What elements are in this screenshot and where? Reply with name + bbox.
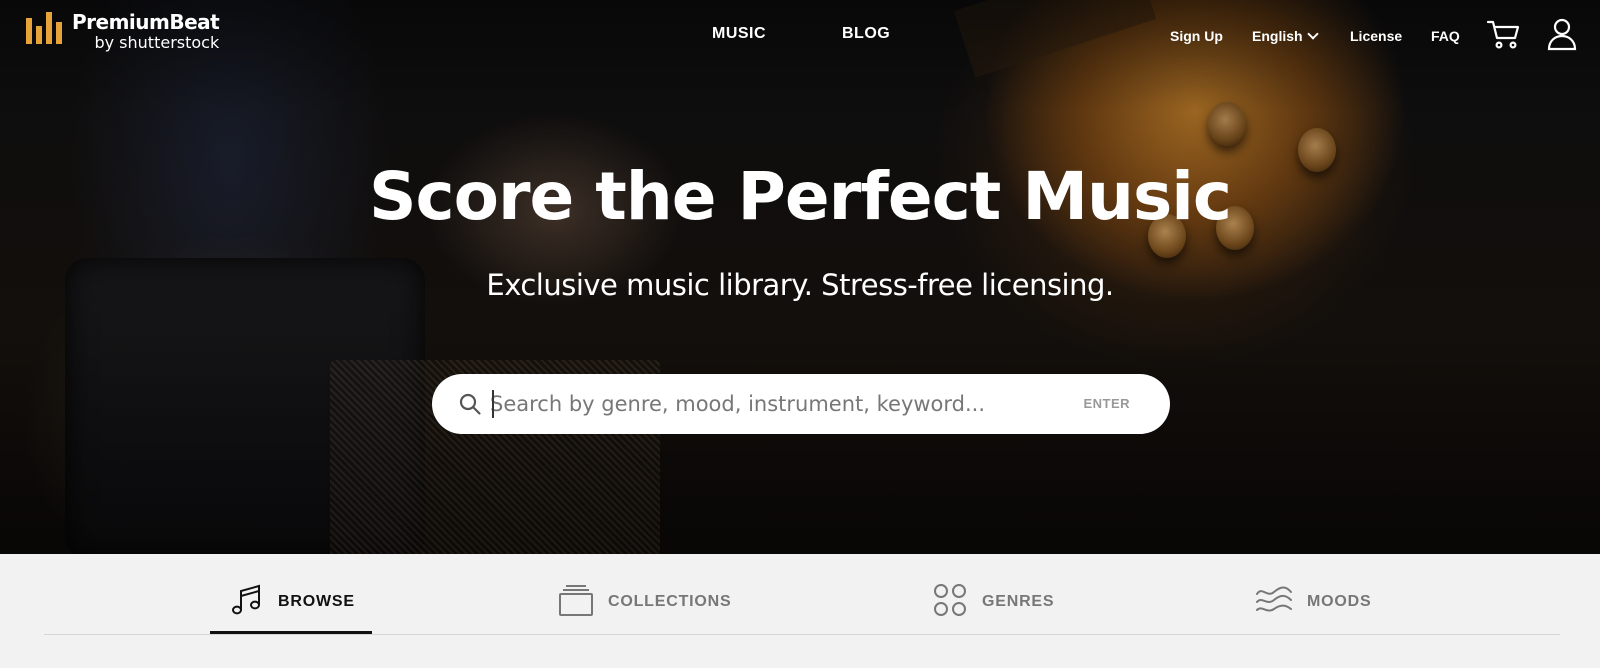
hero-subtitle: Exclusive music library. Stress-free lic… (486, 268, 1114, 302)
tab-label: MOODS (1307, 593, 1372, 610)
logo-bars-icon (26, 12, 62, 44)
search-bar: ENTER (432, 374, 1170, 434)
tab-collections[interactable]: COLLECTIONS (558, 580, 731, 624)
language-label: English (1252, 28, 1303, 44)
faq-link[interactable]: FAQ (1431, 28, 1460, 44)
tabs-divider (44, 634, 1560, 635)
tab-genres[interactable]: GENRES (932, 580, 1054, 624)
cart-icon[interactable] (1486, 16, 1522, 57)
collections-icon (558, 583, 594, 622)
logo-name: PremiumBeat (72, 10, 220, 34)
signup-link[interactable]: Sign Up (1170, 28, 1223, 44)
music-note-icon (230, 583, 264, 622)
logo-text: PremiumBeat by shutterstock (72, 10, 220, 52)
tab-browse[interactable]: BROWSE (230, 580, 355, 624)
search-icon[interactable] (458, 392, 482, 421)
text-cursor (492, 390, 494, 418)
enter-button[interactable]: ENTER (1083, 396, 1130, 411)
tab-label: BROWSE (278, 593, 355, 610)
license-link[interactable]: License (1350, 28, 1402, 44)
logo[interactable]: PremiumBeat by shutterstock (26, 10, 220, 52)
search-input[interactable] (490, 386, 1070, 422)
nav-music[interactable]: MUSIC (712, 25, 766, 43)
tab-label: GENRES (982, 593, 1055, 610)
genres-icon (932, 582, 968, 623)
chevron-down-icon (1306, 28, 1319, 40)
logo-sub: by shutterstock (94, 33, 220, 52)
language-select[interactable]: English (1252, 28, 1319, 44)
tab-moods[interactable]: MOODS (1255, 580, 1371, 624)
hero-section: PremiumBeat by shutterstock MUSIC BLOG S… (0, 0, 1600, 554)
tab-label: COLLECTIONS (608, 593, 732, 610)
top-nav: PremiumBeat by shutterstock MUSIC BLOG S… (0, 0, 1600, 70)
user-icon[interactable] (1546, 16, 1578, 57)
moods-icon (1255, 584, 1293, 621)
hero-title: Score the Perfect Music (368, 158, 1232, 235)
nav-blog[interactable]: BLOG (842, 25, 890, 43)
category-tabs: BROWSE COLLECTIONS GENRES MOODS (0, 554, 1600, 668)
